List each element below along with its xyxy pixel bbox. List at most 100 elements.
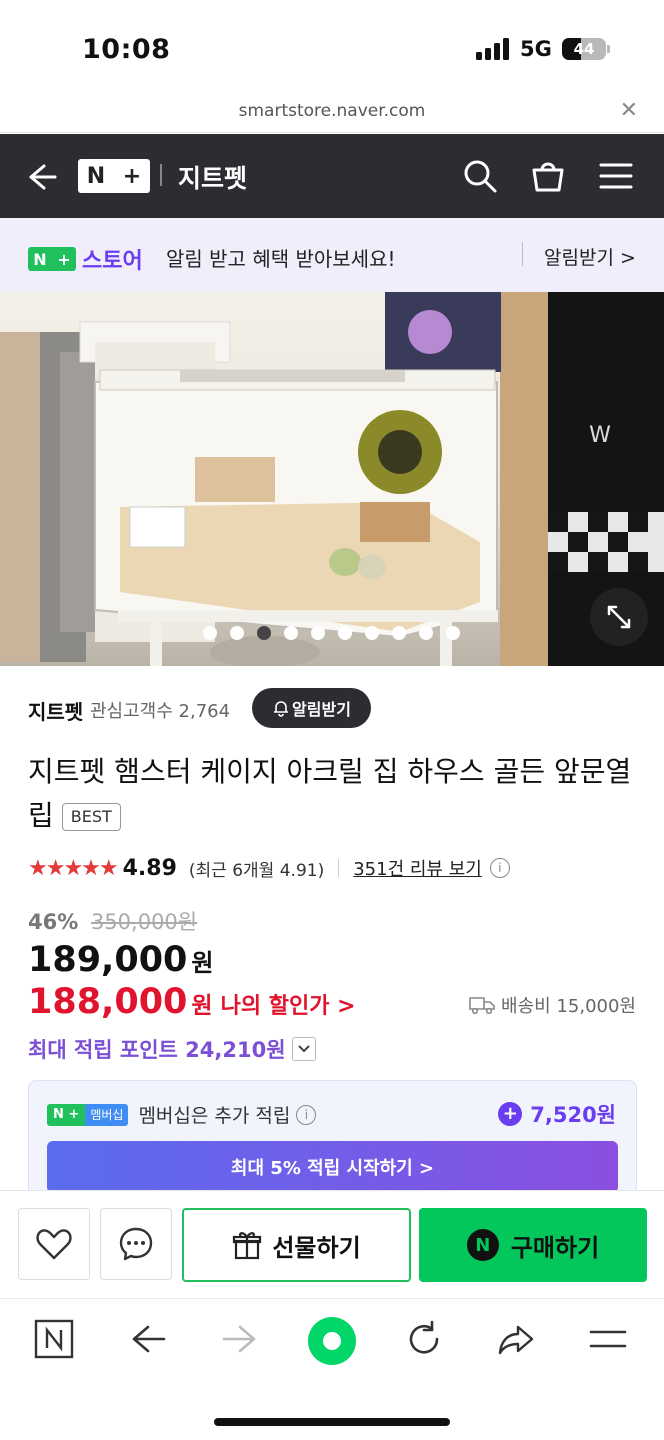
- carousel-dot[interactable]: [365, 626, 379, 640]
- seller-row: 지트펫 관심고객수 2,764 알림받기: [28, 688, 648, 728]
- shipping-info: 배송비 15,000원: [469, 992, 636, 1018]
- status-bar: 10:08 5G 44: [0, 0, 664, 95]
- naver-store-badge: N + 스토어: [28, 243, 143, 275]
- product-image-carousel[interactable]: W: [0, 292, 664, 666]
- cart-icon[interactable]: [530, 158, 566, 198]
- my-price-unit: 원: [191, 993, 213, 1019]
- carousel-dot[interactable]: [392, 626, 406, 640]
- search-icon[interactable]: [462, 158, 498, 198]
- gift-button[interactable]: 선물하기: [182, 1208, 411, 1282]
- plus-icon: +: [498, 1102, 523, 1126]
- chat-icon: [119, 1227, 153, 1261]
- notice-message: 알림 받고 혜택 받아보세요!: [166, 247, 396, 271]
- carousel-indicator[interactable]: [203, 626, 460, 640]
- rating-score: 4.89: [122, 855, 177, 881]
- shipping-fee: 배송비 15,000원: [501, 996, 636, 1017]
- chevron-down-icon[interactable]: [291, 1037, 316, 1061]
- membership-badge-b: 멤버십: [85, 1103, 129, 1126]
- star-rating-icon: ★★★★★: [28, 855, 119, 881]
- product-title: 지트펫 햄스터 케이지 아크릴 집 하우스 골든 앞문열립 BEST: [28, 750, 638, 838]
- sale-price: 189,000 원: [28, 940, 214, 980]
- signal-icon: [476, 38, 509, 60]
- refresh-icon[interactable]: [404, 1319, 444, 1363]
- header-divider: [160, 164, 162, 186]
- battery-tip: [607, 45, 610, 53]
- membership-badge-a: N +: [47, 1103, 86, 1126]
- gift-label: 선물하기: [272, 1233, 361, 1262]
- my-price-value: 188,000: [28, 982, 188, 1022]
- rating-divider: [338, 859, 340, 877]
- chat-button[interactable]: [100, 1208, 172, 1280]
- network-type: 5G: [520, 37, 552, 61]
- recent-rating: (최근 6개월 4.91): [188, 860, 325, 881]
- my-price-label[interactable]: 나의 할인가 >: [221, 988, 356, 1020]
- browser-url-bar[interactable]: smartstore.naver.com ✕: [0, 95, 664, 133]
- buy-button[interactable]: N 구매하기: [419, 1208, 647, 1282]
- home-indicator[interactable]: [214, 1418, 450, 1426]
- membership-start-button[interactable]: 최대 5% 적립 시작하기 >: [47, 1141, 618, 1193]
- green-dot-home-icon[interactable]: [306, 1315, 358, 1371]
- store-header: N + 지트펫: [0, 134, 664, 218]
- menu-icon[interactable]: [598, 158, 634, 198]
- reviews-link[interactable]: 351건 리뷰 보기: [353, 855, 482, 881]
- store-name[interactable]: 지트펫: [178, 159, 247, 195]
- logo-n: N: [86, 163, 106, 189]
- best-badge: BEST: [61, 803, 121, 831]
- buy-label: 구매하기: [510, 1233, 600, 1262]
- original-price: 350,000원: [90, 910, 198, 934]
- notification-banner: N + 스토어 알림 받고 혜택 받아보세요! 알림받기 >: [0, 218, 664, 292]
- my-discount-price[interactable]: 188,000 원 나의 할인가 >: [28, 982, 356, 1022]
- naver-plus-logo[interactable]: N +: [78, 159, 150, 193]
- carousel-dot[interactable]: [446, 626, 460, 640]
- expand-icon[interactable]: [590, 588, 648, 646]
- rating-row: ★★★★★ 4.89 (최근 6개월 4.91) 351건 리뷰 보기 i: [28, 852, 648, 884]
- info-icon[interactable]: i: [296, 1104, 317, 1125]
- carousel-dot[interactable]: [230, 626, 244, 640]
- carousel-dot[interactable]: [338, 626, 352, 640]
- discount-row: 46% 350,000원: [28, 906, 197, 936]
- naver-home-icon[interactable]: [34, 1319, 74, 1363]
- carousel-dot[interactable]: [284, 626, 298, 640]
- heart-icon: [36, 1229, 72, 1260]
- membership-extra-value: 7,520원: [530, 1103, 616, 1127]
- seller-alarm-button[interactable]: 알림받기: [252, 688, 371, 728]
- close-icon[interactable]: ✕: [620, 98, 638, 123]
- back-arrow-icon[interactable]: [24, 160, 58, 198]
- svg-text:W: W: [589, 423, 611, 448]
- url-text[interactable]: smartstore.naver.com: [0, 101, 664, 121]
- max-points-label: 최대 적립 포인트 24,210원: [28, 1038, 286, 1062]
- back-arrow-icon[interactable]: [128, 1319, 168, 1363]
- membership-text: 멤버십은 추가 적립: [138, 1105, 291, 1127]
- sale-price-value: 189,000: [28, 940, 188, 980]
- logo-plus: +: [122, 163, 142, 189]
- battery-icon: 44: [562, 38, 606, 60]
- carousel-dot[interactable]: [311, 626, 325, 640]
- battery-level: 44: [573, 40, 595, 58]
- seller-fans: 관심고객수 2,764: [90, 701, 231, 722]
- bell-plus-icon: [274, 701, 289, 717]
- badge-plus: +: [57, 249, 71, 269]
- max-points[interactable]: 최대 적립 포인트 24,210원: [28, 1034, 316, 1064]
- seller-name[interactable]: 지트펫: [28, 696, 83, 725]
- forward-arrow-icon[interactable]: [220, 1319, 260, 1363]
- product-photo: W: [0, 292, 664, 666]
- seller-alarm-label: 알림받기: [292, 700, 351, 719]
- carousel-dot[interactable]: [419, 626, 433, 640]
- discount-percent: 46%: [28, 910, 79, 934]
- carousel-dot[interactable]: [203, 626, 217, 640]
- share-icon[interactable]: [496, 1319, 536, 1363]
- carousel-dot[interactable]: [257, 626, 271, 640]
- membership-badge: N + 멤버십: [47, 1103, 129, 1126]
- membership-extra-points: + 7,520원: [498, 1099, 616, 1129]
- menu-icon[interactable]: [588, 1319, 628, 1363]
- naver-pay-icon: N: [466, 1229, 499, 1261]
- membership-row: N + 멤버십 멤버십은 추가 적립 i: [47, 1101, 317, 1128]
- status-time: 10:08: [82, 34, 171, 65]
- badge-store-label: 스토어: [82, 249, 143, 274]
- notice-divider: [522, 242, 523, 266]
- wishlist-button[interactable]: [18, 1208, 90, 1280]
- notice-subscribe-button[interactable]: 알림받기 >: [544, 243, 636, 270]
- info-icon[interactable]: i: [489, 858, 510, 878]
- truck-icon: [469, 997, 495, 1015]
- badge-n: N: [33, 249, 47, 269]
